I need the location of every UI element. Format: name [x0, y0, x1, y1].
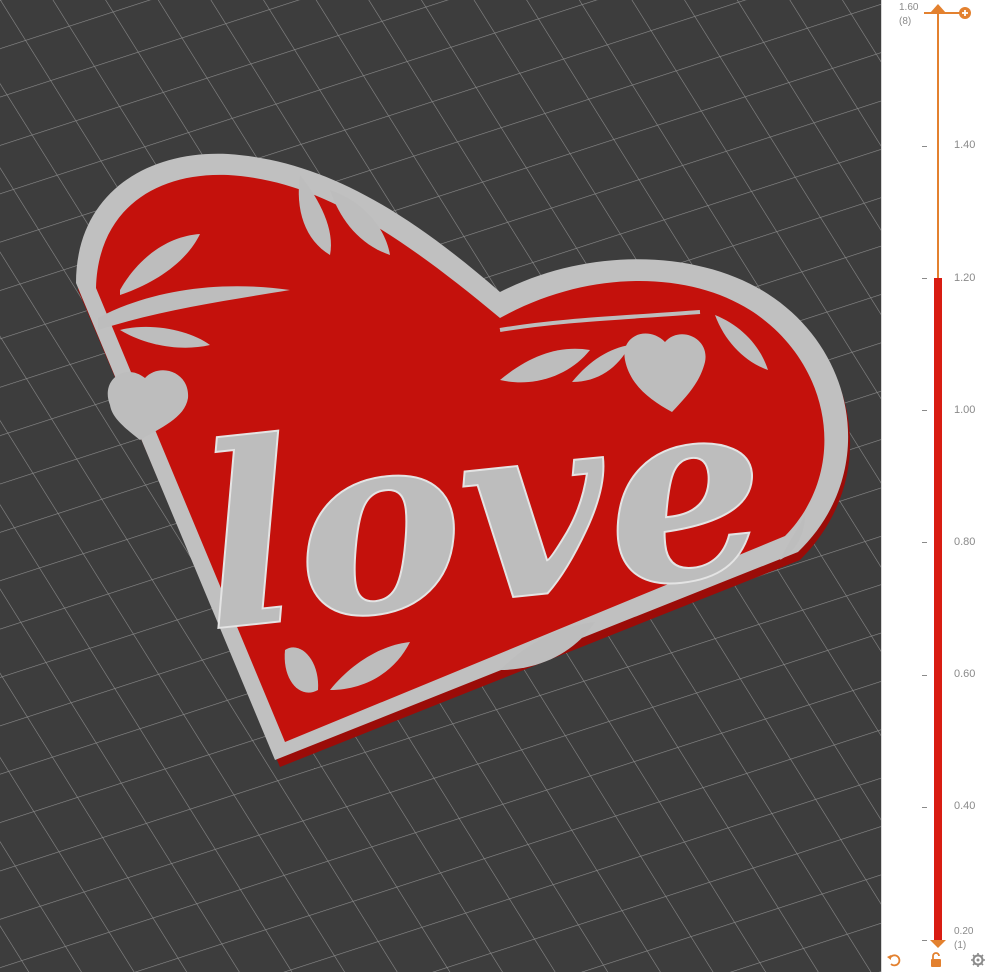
tick-label: 0.40	[954, 800, 976, 812]
3d-viewport[interactable]: love	[0, 0, 881, 972]
tick-mark	[922, 675, 927, 676]
tick-mark	[922, 542, 927, 543]
tick-mark	[922, 410, 927, 411]
tick-label: 0.60	[954, 668, 976, 680]
gear-icon[interactable]	[970, 952, 986, 968]
tick-label: 1.00	[954, 404, 976, 416]
top-layer-number: (8)	[899, 16, 912, 27]
bottom-layer-number: (1)	[954, 940, 967, 951]
layer-slider-range[interactable]	[934, 278, 942, 940]
bottom-layer-height: 0.20	[954, 926, 974, 937]
tick-label: 0.80	[954, 536, 976, 548]
tick-mark	[922, 278, 927, 279]
lock-icon[interactable]	[928, 952, 944, 968]
tick-mark	[922, 940, 927, 941]
tick-mark	[922, 807, 927, 808]
upper-layer-handle[interactable]	[930, 4, 946, 13]
model-lettering: love	[185, 336, 779, 688]
lower-layer-handle[interactable]	[930, 940, 946, 948]
top-layer-height: 1.60	[899, 2, 919, 13]
layer-slider-panel: 1.60 (8) 1.40 1.20 1.00 0.80 0.60 0.40 0…	[881, 0, 987, 972]
tick-mark	[922, 146, 927, 147]
undo-icon[interactable]	[886, 952, 902, 968]
build-plate-scene: love	[0, 0, 881, 972]
cog-plus-icon[interactable]	[958, 6, 972, 20]
tick-label: 1.40	[954, 139, 976, 151]
tick-label: 1.20	[954, 272, 976, 284]
